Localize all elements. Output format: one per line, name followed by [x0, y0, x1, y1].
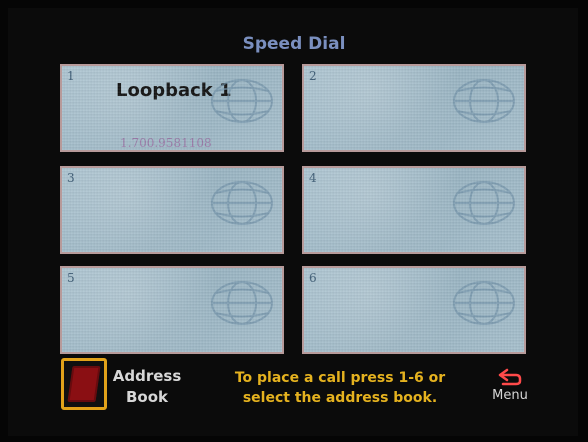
- instructions-text: To place a call press 1-6 or select the …: [210, 368, 470, 408]
- tile-phone-number: 1.700.9581108: [120, 136, 212, 150]
- page-title: Speed Dial: [242, 34, 346, 54]
- globe-icon: [453, 281, 515, 325]
- globe-icon: [211, 181, 273, 225]
- speed-dial-tile-6[interactable]: 6: [302, 266, 526, 354]
- tile-index: 3: [67, 171, 75, 185]
- speed-dial-tile-5[interactable]: 5: [60, 266, 284, 354]
- instructions-line2: select the address book.: [242, 390, 438, 406]
- menu-button[interactable]: Menu: [482, 368, 538, 412]
- tile-index: 2: [309, 69, 317, 83]
- speed-dial-tile-4[interactable]: 4: [302, 166, 526, 254]
- tile-index: 5: [67, 271, 75, 285]
- back-arrow-icon: [498, 368, 522, 386]
- address-book-label-line2: Book: [125, 388, 169, 406]
- menu-label: Menu: [492, 388, 528, 403]
- tile-index: 4: [309, 171, 317, 185]
- address-book-label-line1: Address: [112, 367, 182, 385]
- tile-index: 1: [67, 69, 75, 83]
- address-book-icon: [67, 366, 101, 402]
- instructions-line1: To place a call press 1-6 or: [234, 370, 446, 386]
- speed-dial-tile-3[interactable]: 3: [60, 166, 284, 254]
- address-book-button[interactable]: [61, 358, 107, 410]
- globe-icon: [453, 79, 515, 123]
- globe-icon: [453, 181, 515, 225]
- tile-index: 6: [309, 271, 317, 285]
- speed-dial-tile-1[interactable]: 1 Loopback 1 1.700.9581108: [60, 64, 284, 152]
- globe-icon: [211, 281, 273, 325]
- speed-dial-tile-2[interactable]: 2: [302, 64, 526, 152]
- globe-icon: [211, 79, 273, 123]
- address-book-label: Address Book: [112, 366, 182, 408]
